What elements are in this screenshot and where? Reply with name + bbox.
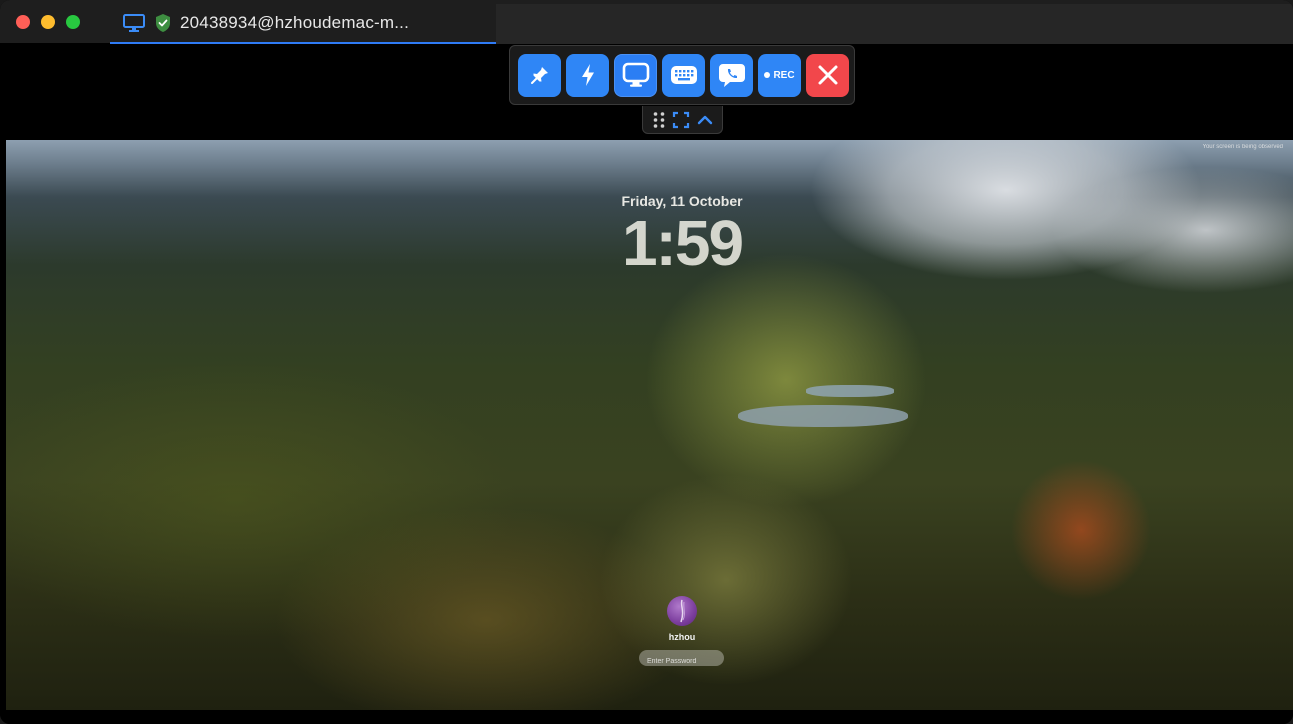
keyboard-button[interactable] (662, 53, 705, 97)
user-avatar-image (680, 599, 685, 623)
pin-icon (530, 67, 548, 84)
toolbar-handle (642, 106, 723, 134)
lightning-icon (581, 64, 594, 86)
title-bar: 20438934@hzhoudemac-m... (0, 0, 1293, 44)
remote-screen[interactable]: Your screen is being observed Friday, 11… (6, 140, 1293, 710)
monitor-icon (123, 14, 145, 32)
observed-notice: Your screen is being observed (1202, 144, 1284, 150)
username-label: hzhou (668, 632, 696, 642)
lake (738, 405, 908, 427)
close-session-button[interactable] (806, 53, 849, 97)
password-input[interactable] (639, 653, 724, 670)
record-button[interactable]: REC (758, 53, 801, 97)
pin-button[interactable] (518, 53, 561, 97)
chevron-up-icon[interactable] (697, 113, 713, 127)
tab-bar-empty (496, 4, 1293, 44)
record-label: REC (773, 69, 795, 81)
chat-button[interactable] (710, 53, 753, 97)
display-button[interactable] (614, 53, 657, 97)
remote-desktop-window: 20438934@hzhoudemac-m... REC Your screen… (0, 0, 1293, 724)
close-icon (818, 65, 837, 85)
shield-check-icon (156, 14, 170, 32)
minimize-window-button[interactable] (41, 15, 55, 29)
lock-screen-time: 1:59 (621, 207, 744, 279)
remote-toolbar: REC (509, 45, 855, 105)
fullscreen-icon[interactable] (672, 111, 690, 129)
keyboard-icon (670, 66, 697, 84)
lightning-button[interactable] (566, 53, 609, 97)
chat-phone-icon (718, 64, 745, 87)
session-tab[interactable]: 20438934@hzhoudemac-m... (110, 4, 496, 44)
password-field[interactable] (639, 650, 724, 670)
lake (806, 385, 894, 397)
zoom-window-button[interactable] (66, 15, 80, 29)
tab-title: 20438934@hzhoudemac-m... (180, 13, 410, 32)
drag-handle-icon[interactable] (652, 111, 666, 129)
bottom-edge (0, 710, 1293, 724)
record-icon: REC (764, 69, 795, 81)
monitor-icon (622, 62, 649, 87)
avatar[interactable] (667, 596, 697, 626)
close-window-button[interactable] (16, 15, 30, 29)
